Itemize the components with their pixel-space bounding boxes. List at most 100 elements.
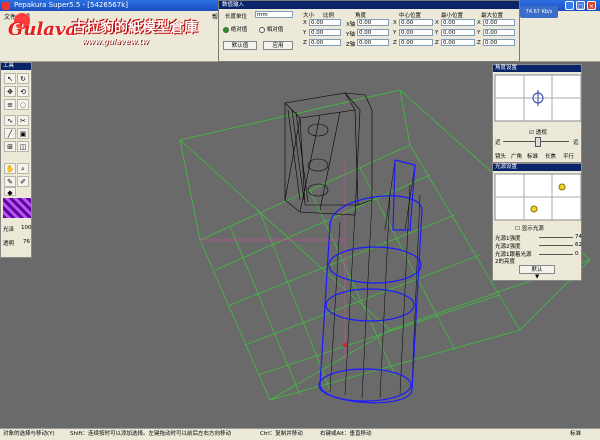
far-label: 远 xyxy=(573,140,579,146)
transparency-value: 76 xyxy=(23,239,30,245)
align-tool-icon[interactable]: ≡ xyxy=(4,99,16,110)
status-hint-alt: 右键或Alt：垂直移动 xyxy=(320,431,372,437)
ambient-value: 0 xyxy=(575,251,579,257)
light-default-button[interactable]: 默认 xyxy=(519,265,555,274)
absolute-label: 绝对值 xyxy=(230,27,248,33)
lens-tele[interactable]: 长焦 xyxy=(545,152,556,160)
hand-tool-icon[interactable]: ✋ xyxy=(4,163,16,174)
center-y-label: Y xyxy=(393,30,397,36)
rotate-tool-icon[interactable]: ⟲ xyxy=(17,86,29,97)
center-z-label: Z xyxy=(393,40,397,46)
view-cube-grid[interactable] xyxy=(494,74,582,122)
lens-standard[interactable]: 标准 xyxy=(527,152,538,160)
ambient-slider[interactable] xyxy=(539,254,573,255)
eyedropper-tool-icon[interactable]: ✎ xyxy=(4,176,16,187)
center-x-field[interactable]: 0.00 xyxy=(399,19,433,26)
max-y-field[interactable]: 0.00 xyxy=(483,29,515,36)
paint-tool-icon[interactable]: ✐ xyxy=(17,176,29,187)
light1-value: 74 xyxy=(575,234,582,240)
min-x-label: X xyxy=(435,20,439,26)
light-panel: 光源设置 ☐ 显示光源 光源1强度 74 光源2强度 62 光源1跟着光源 2的… xyxy=(492,163,582,281)
lens-wide[interactable]: 广角 xyxy=(511,152,522,160)
cut-tool-icon[interactable]: ✂ xyxy=(17,115,29,126)
bend-tool-icon[interactable]: ∿ xyxy=(4,115,16,126)
status-mode: 标准 xyxy=(570,431,582,437)
size-z-field[interactable]: 0.00 xyxy=(309,39,341,46)
lens-label: 镜头 xyxy=(495,154,507,160)
close-button[interactable]: × xyxy=(587,1,596,10)
zoom-tool-icon[interactable]: ⌕ xyxy=(17,163,29,174)
max-x-field[interactable]: 0.00 xyxy=(483,19,515,26)
angle-x-field[interactable]: 0.00 xyxy=(357,19,389,26)
rotate-view-icon[interactable]: ↻ xyxy=(17,73,29,84)
status-hint-shift: Shift：连续按时可以添加选择。左键拖动时可以前后左右方向移动 xyxy=(70,431,232,437)
unit-select[interactable]: mm xyxy=(255,11,293,18)
light1-slider[interactable] xyxy=(539,237,573,238)
angle-y-field[interactable]: 0.00 xyxy=(357,29,389,36)
min-y-field[interactable]: 0.00 xyxy=(441,29,475,36)
status-hint-ctrl: Ctrl：复制并移动 xyxy=(260,431,303,437)
default-button[interactable]: 默认值 xyxy=(223,41,257,50)
fov-slider-thumb[interactable] xyxy=(535,137,541,147)
light2-slider[interactable] xyxy=(539,245,573,246)
size-y-field[interactable]: 0.00 xyxy=(309,29,341,36)
unit-label: 长度单位 xyxy=(225,14,248,20)
network-speed-widget: 74.67 Kb/s xyxy=(520,6,558,18)
light1-label: 光源1强度 xyxy=(495,236,521,242)
angle-y-label: Y轴 xyxy=(346,32,355,38)
minimize-button[interactable]: _ xyxy=(565,1,574,10)
header-ratio: 比例 xyxy=(323,13,335,19)
logo-brand: Gulava xyxy=(8,19,78,40)
min-y-label: Y xyxy=(435,30,439,36)
numeric-input-dialog: 数值输入 长度单位 mm 绝对值 相对值 默认值 应用 大小 比例 角度 中心位… xyxy=(218,0,520,62)
dialog-title: 数值输入 xyxy=(219,1,519,9)
header-center: 中心位置 xyxy=(399,13,422,19)
site-logo: Gulava 古拉豹的紙模型倉庫 www.gulavew.tw xyxy=(2,13,202,49)
size-x-label: X xyxy=(303,20,307,26)
perspective-option[interactable]: ☑ 透视 xyxy=(529,128,547,136)
light2-label: 光源2强度 xyxy=(495,244,521,250)
window-title: Pepakura Super5.5 - [5426567k] xyxy=(14,1,128,9)
size-x-field[interactable]: 0.00 xyxy=(309,19,341,26)
coord-relative-option[interactable]: 相对值 xyxy=(259,25,283,33)
cube-tool-icon[interactable]: ▣ xyxy=(17,128,29,139)
max-z-field[interactable]: 0.00 xyxy=(483,39,515,46)
angle-z-field[interactable]: 0.00 xyxy=(357,39,389,46)
show-light-option[interactable]: ☐ 显示光源 xyxy=(515,224,544,232)
ambient-label-2: 2的亮度 xyxy=(495,259,515,265)
coord-absolute-option[interactable]: 绝对值 xyxy=(223,25,247,33)
header-angle: 角度 xyxy=(355,13,367,19)
link-tool-icon[interactable]: ⊞ xyxy=(4,141,16,152)
center-z-field[interactable]: 0.00 xyxy=(399,39,433,46)
min-x-field[interactable]: 0.00 xyxy=(441,19,475,26)
maximize-button[interactable]: □ xyxy=(576,1,585,10)
min-z-field[interactable]: 0.00 xyxy=(441,39,475,46)
header-min: 最小位置 xyxy=(441,13,464,19)
lasso-tool-icon[interactable]: ◌ xyxy=(17,99,29,110)
near-label: 近 xyxy=(495,140,501,146)
network-speed: 74.67 Kb/s xyxy=(525,9,553,15)
perspective-label: 透视 xyxy=(535,130,547,136)
lens-parallel[interactable]: 平行 xyxy=(563,152,574,160)
radio-relative-icon xyxy=(259,26,265,33)
light-panel-title: 光源设置 xyxy=(493,164,581,171)
status-hint-select: 对象的选择与移动(Y) xyxy=(3,431,55,437)
transparency-label: 透明 xyxy=(3,241,15,247)
box-tool-icon[interactable]: ◫ xyxy=(17,141,29,152)
move-tool-icon[interactable]: ✥ xyxy=(4,86,16,97)
fill-tool-icon[interactable]: ◆ xyxy=(4,187,16,197)
logo-url: www.gulavew.tw xyxy=(82,37,149,46)
logo-text: 古拉豹的紙模型倉庫 xyxy=(72,20,198,36)
select-arrow-icon[interactable]: ↖ xyxy=(4,73,16,84)
line-tool-icon[interactable]: ╱ xyxy=(4,128,16,139)
apply-button[interactable]: 应用 xyxy=(263,41,293,50)
light2-value: 62 xyxy=(575,242,582,248)
collapse-arrow-icon[interactable]: ▼ xyxy=(535,274,539,280)
size-z-label: Z xyxy=(303,40,307,46)
center-y-field[interactable]: 0.00 xyxy=(399,29,433,36)
header-size: 大小 xyxy=(303,13,315,19)
app-icon xyxy=(2,2,10,10)
texture-swatch[interactable] xyxy=(3,198,31,218)
light-position-grid[interactable] xyxy=(494,173,582,221)
show-light-label: 显示光源 xyxy=(521,226,544,232)
